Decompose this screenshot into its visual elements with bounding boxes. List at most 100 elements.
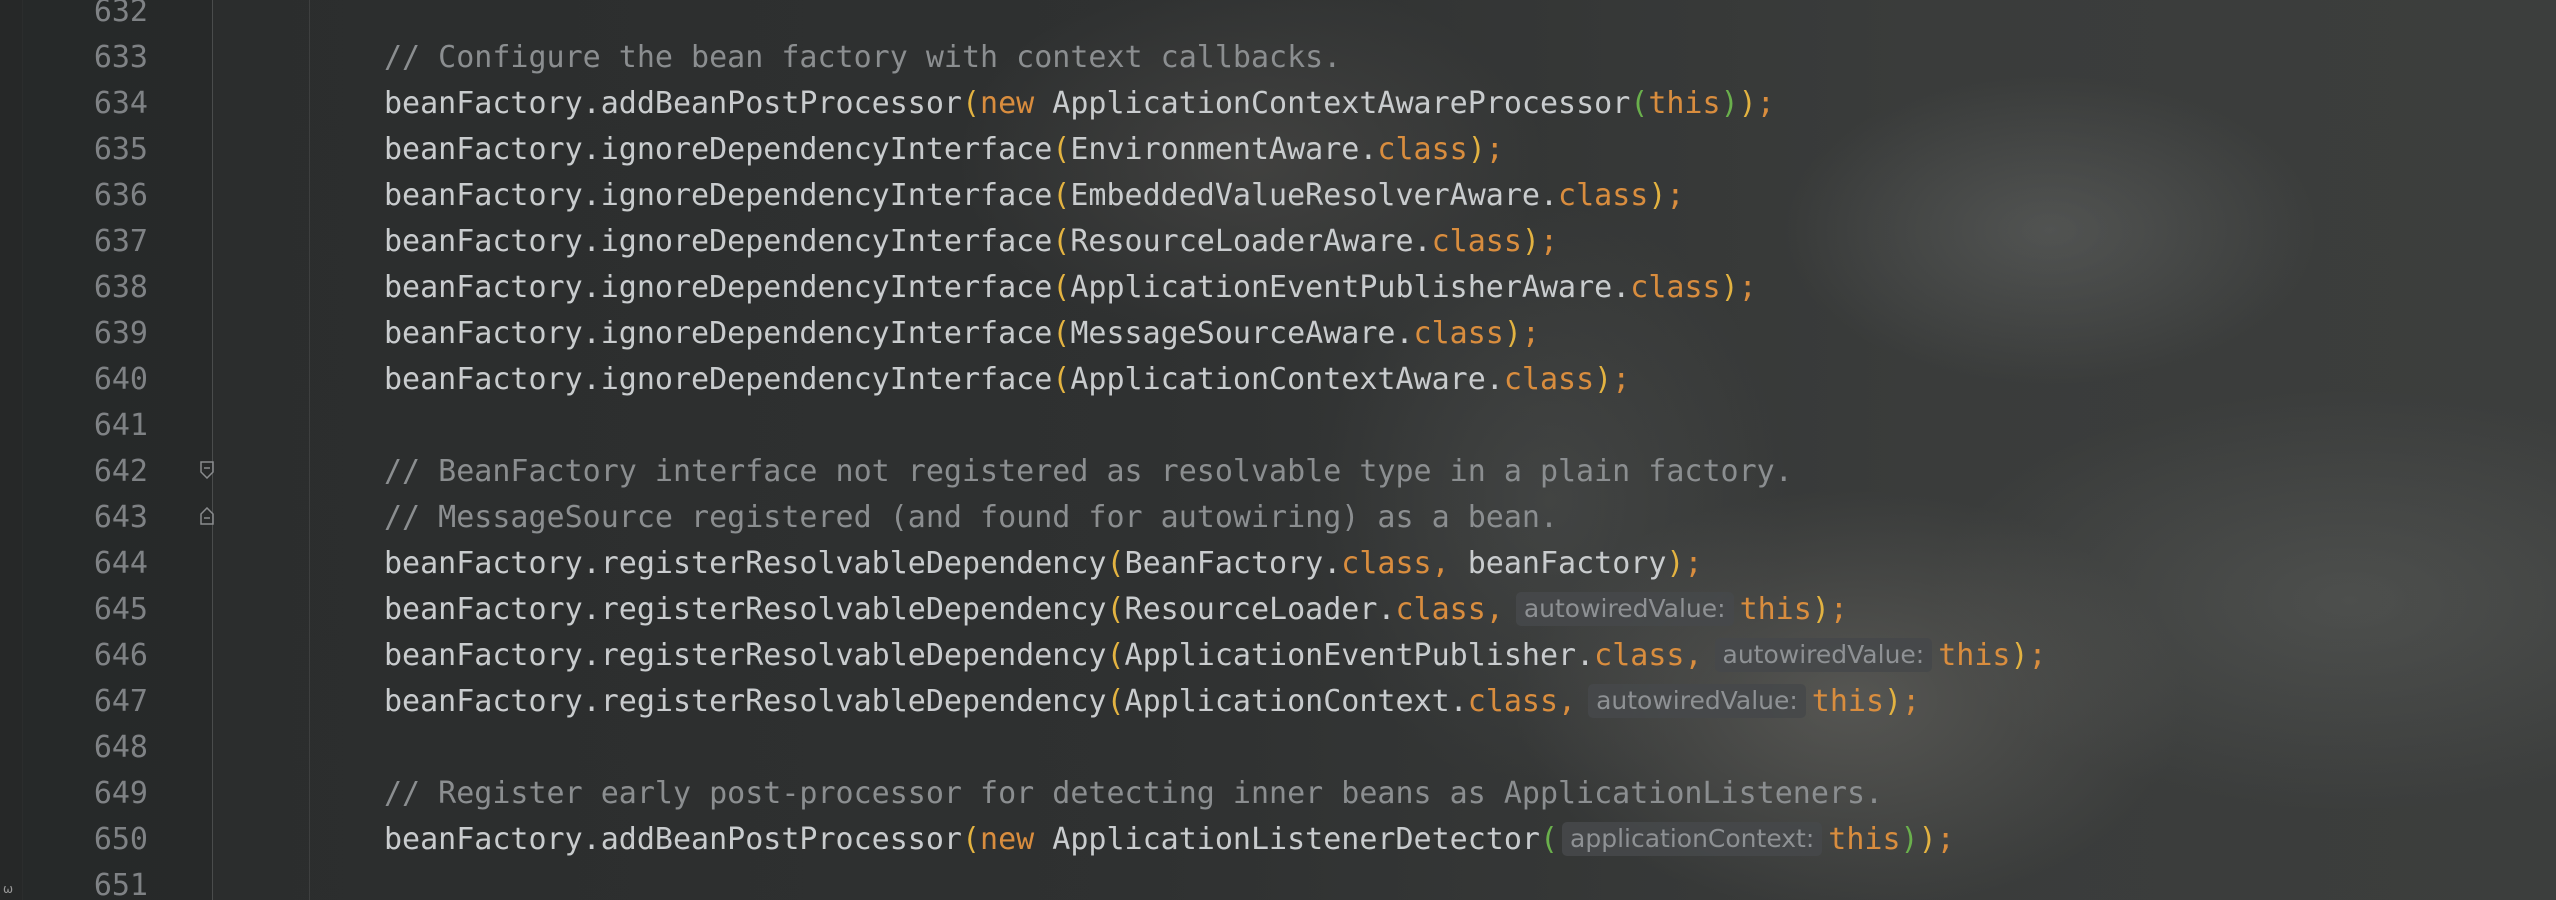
line-number[interactable]: 650 (22, 817, 148, 863)
fold-end-icon[interactable] (200, 507, 214, 525)
code-token: ( (961, 86, 981, 121)
code-token: ( (1630, 86, 1649, 121)
code-text[interactable]: // Register early post-processor for det… (384, 771, 1883, 817)
code-text[interactable]: // MessageSource registered (and found f… (384, 495, 1558, 541)
code-token: ResourceLoaderAware. (1070, 224, 1432, 259)
code-token: ; (1684, 546, 1703, 581)
code-token: ( (961, 822, 981, 857)
code-token: ( (1052, 224, 1071, 259)
code-token: beanFactory.ignoreDependencyInterface (384, 316, 1053, 351)
code-text[interactable]: beanFactory.registerResolvableDependency… (384, 633, 2047, 679)
code-text[interactable]: beanFactory.registerResolvableDependency… (384, 679, 1920, 725)
code-text[interactable]: beanFactory.ignoreDependencyInterface(Re… (384, 219, 1558, 265)
code-text[interactable]: beanFactory.ignoreDependencyInterface(Ap… (384, 357, 1630, 403)
code-token: ( (1052, 178, 1071, 213)
code-token: beanFactory.ignoreDependencyInterface (384, 178, 1053, 213)
line-number[interactable]: 643 (22, 495, 148, 541)
code-text[interactable]: // Configure the bean factory with conte… (384, 35, 1341, 81)
code-token: beanFactory.registerResolvableDependency (384, 592, 1107, 627)
code-token: ; (1521, 316, 1540, 351)
line-number[interactable]: 635 (22, 127, 148, 173)
code-line[interactable]: 636 beanFactory.ignoreDependencyInterface… (0, 173, 2556, 219)
code-token: ( (1539, 822, 1559, 857)
line-number[interactable]: 638 (22, 265, 148, 311)
line-number[interactable]: 651 (22, 863, 148, 900)
code-token: ( (1106, 684, 1125, 719)
code-line[interactable]: 635 beanFactory.ignoreDependencyInterface… (0, 127, 2556, 173)
code-token: ( (1106, 546, 1125, 581)
code-token: class (1558, 178, 1649, 213)
code-line[interactable]: 650 beanFactory.addBeanPostProcessor(new … (0, 817, 2556, 863)
code-text[interactable]: beanFactory.addBeanPostProcessor(new App… (384, 81, 1775, 127)
code-token: ResourceLoader. (1124, 592, 1396, 627)
code-token: ApplicationContextAware. (1070, 362, 1504, 397)
fold-start-icon[interactable] (200, 461, 214, 479)
code-line[interactable]: 639 beanFactory.ignoreDependencyInterface… (0, 311, 2556, 357)
code-line[interactable]: 649 // Register early post-processor for … (0, 771, 2556, 817)
code-line[interactable]: 648 (0, 725, 2556, 771)
code-token: ) (1521, 224, 1540, 259)
code-token: class (1594, 638, 1685, 673)
code-text[interactable]: beanFactory.ignoreDependencyInterface(En… (384, 127, 1504, 173)
code-line[interactable]: 651 (0, 863, 2556, 900)
code-token: ) (1884, 684, 1903, 719)
code-token: ; (1738, 270, 1757, 305)
code-token: new (980, 86, 1053, 121)
line-number[interactable]: 645 (22, 587, 148, 633)
code-token: ; (1902, 684, 1921, 719)
code-line[interactable]: 637 beanFactory.ignoreDependencyInterface… (0, 219, 2556, 265)
code-token: ApplicationEventPublisherAware. (1070, 270, 1631, 305)
code-text[interactable]: beanFactory.ignoreDependencyInterface(Ap… (384, 265, 1757, 311)
code-line[interactable]: 642 // BeanFactory interface not register… (0, 449, 2556, 495)
parameter-hint: autowiredValue: (1588, 684, 1806, 718)
line-number[interactable]: 634 (22, 81, 148, 127)
code-token: ApplicationEventPublisher. (1124, 638, 1595, 673)
code-line[interactable]: 634 beanFactory.addBeanPostProcessor(new … (0, 81, 2556, 127)
line-number[interactable]: 639 (22, 311, 148, 357)
code-token: ) (1720, 86, 1739, 121)
line-number[interactable]: 632 (22, 0, 148, 35)
code-line[interactable]: 645 beanFactory.registerResolvableDepende… (0, 587, 2556, 633)
line-number[interactable]: 642 (22, 449, 148, 495)
code-text[interactable]: beanFactory.ignoreDependencyInterface(Em… (384, 173, 1684, 219)
code-editor[interactable]: ω 632 633// Configure the bean factory wi… (0, 0, 2556, 900)
line-number[interactable]: 636 (22, 173, 148, 219)
line-number[interactable]: 646 (22, 633, 148, 679)
line-number[interactable]: 640 (22, 357, 148, 403)
code-text[interactable]: beanFactory.registerResolvableDependency… (384, 587, 1848, 633)
code-line[interactable]: 632 (0, 0, 2556, 35)
code-token: this (1828, 822, 1901, 857)
code-line[interactable]: 638 beanFactory.ignoreDependencyInterface… (0, 265, 2556, 311)
line-number[interactable]: 644 (22, 541, 148, 587)
code-line[interactable]: 644 beanFactory.registerResolvableDepende… (0, 541, 2556, 587)
code-text[interactable]: beanFactory.addBeanPostProcessor(new App… (384, 817, 1955, 863)
code-token: ; (1539, 224, 1559, 259)
code-text[interactable]: beanFactory.registerResolvableDependency… (384, 541, 1703, 587)
line-number[interactable]: 649 (22, 771, 148, 817)
code-token: ) (1594, 362, 1613, 397)
line-number[interactable]: 641 (22, 403, 148, 449)
code-token: ) (1900, 822, 1919, 857)
code-line[interactable]: 643 // MessageSource registered (and foun… (0, 495, 2556, 541)
code-token: this (1648, 86, 1721, 121)
code-line[interactable]: 646 beanFactory.registerResolvableDepende… (0, 633, 2556, 679)
line-number[interactable]: 637 (22, 219, 148, 265)
code-line[interactable]: 647 beanFactory.registerResolvableDepende… (0, 679, 2556, 725)
code-token: beanFactory.addBeanPostProcessor (384, 822, 962, 857)
code-token: new (980, 822, 1053, 857)
code-line[interactable]: 641 (0, 403, 2556, 449)
line-number[interactable]: 633 (22, 35, 148, 81)
code-token: ; (2028, 638, 2047, 673)
code-token: ; (1829, 592, 1848, 627)
code-token: class (1413, 316, 1504, 351)
code-text[interactable]: // BeanFactory interface not registered … (384, 449, 1793, 495)
code-line[interactable]: 640 beanFactory.ignoreDependencyInterface… (0, 357, 2556, 403)
code-token: ) (1666, 546, 1685, 581)
code-token: beanFactory.ignoreDependencyInterface (384, 132, 1053, 167)
code-line[interactable]: 633 // Configure the bean factory with co… (0, 35, 2556, 81)
line-number[interactable]: 648 (22, 725, 148, 771)
code-comment: // Register early post-processor for det… (384, 776, 1884, 811)
line-number[interactable]: 647 (22, 679, 148, 725)
code-text[interactable]: beanFactory.ignoreDependencyInterface(Me… (384, 311, 1540, 357)
code-token: ( (1052, 270, 1071, 305)
